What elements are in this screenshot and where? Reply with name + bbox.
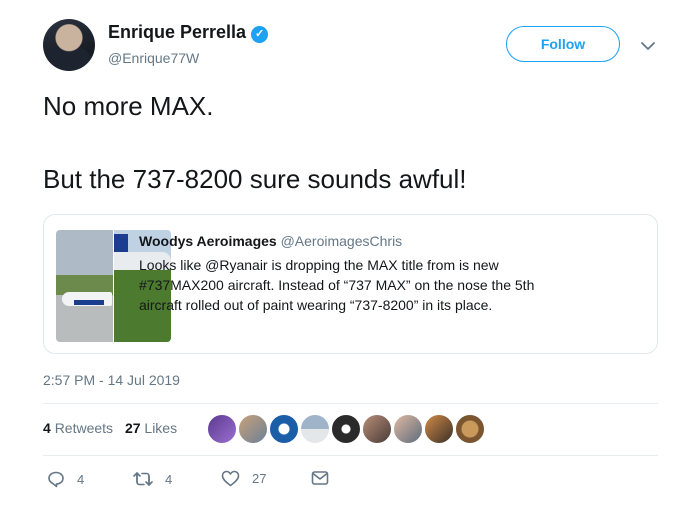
quoted-author[interactable]: Woodys Aeroimages @AeroimagesChris (139, 233, 402, 249)
chevron-down-icon[interactable] (640, 38, 656, 56)
liker-avatar[interactable] (424, 414, 454, 444)
author-avatar[interactable] (43, 19, 95, 71)
quoted-text-line: aircraft rolled out of paint wearing “73… (139, 297, 493, 313)
liker-avatar[interactable] (331, 414, 361, 444)
author-handle[interactable]: @Enrique77W (108, 50, 199, 66)
retweets-count: 4 (43, 420, 51, 436)
likes-label: Likes (144, 420, 178, 436)
author-name-row[interactable]: Enrique Perrella ✓ (108, 22, 269, 43)
reply-button[interactable]: 4 (47, 470, 84, 488)
tweet-timestamp[interactable]: 2:57 PM - 14 Jul 2019 (43, 372, 180, 388)
liker-avatar[interactable] (238, 414, 268, 444)
quoted-text-line: Looks like @Ryanair is dropping the MAX … (139, 257, 499, 273)
liker-avatar[interactable] (455, 414, 485, 444)
retweet-button[interactable]: 4 (133, 470, 172, 488)
direct-message-button[interactable] (311, 470, 329, 486)
tweet-text: No more MAX. But the 737-8200 sure sound… (43, 90, 643, 196)
quoted-author-handle[interactable]: @AeroimagesChris (281, 233, 403, 249)
like-button[interactable]: 27 (221, 470, 266, 487)
heart-icon (221, 470, 240, 487)
likes-count: 27 (124, 420, 141, 436)
reply-count: 4 (77, 471, 85, 487)
liker-avatar[interactable] (300, 414, 330, 444)
quoted-text-line: #737MAX200 aircraft. Instead of “737 MAX… (139, 277, 535, 293)
retweets-label: Retweets (54, 420, 114, 436)
tweet-text-line: But the 737-8200 sure sounds awful! (43, 164, 467, 194)
quoted-tweet-text: Looks like @Ryanair is dropping the MAX … (139, 255, 639, 315)
liker-avatar[interactable] (362, 414, 392, 444)
retweets-stat[interactable]: 4 Retweets (43, 420, 113, 436)
retweet-count: 4 (165, 471, 173, 487)
like-count: 27 (252, 471, 267, 486)
tweet-stats: 4 Retweets 27 Likes (43, 420, 177, 436)
liker-avatar[interactable] (269, 414, 299, 444)
quoted-author-name[interactable]: Woodys Aeroimages (139, 233, 277, 249)
aircraft-photo-left[interactable] (56, 230, 113, 342)
author-name[interactable]: Enrique Perrella (108, 22, 246, 42)
reply-icon (48, 471, 64, 488)
verified-badge-icon: ✓ (251, 26, 269, 43)
likes-stat[interactable]: 27 Likes (125, 420, 177, 436)
follow-button[interactable]: Follow (506, 26, 620, 62)
tweet-actions: 4 4 27 (43, 470, 343, 492)
envelope-icon (311, 471, 329, 485)
divider (43, 455, 658, 456)
liker-avatar[interactable] (207, 414, 237, 444)
divider (43, 403, 658, 404)
retweet-icon (133, 472, 153, 486)
tweet-text-line: No more MAX. (43, 91, 214, 121)
liker-avatar[interactable] (393, 414, 423, 444)
